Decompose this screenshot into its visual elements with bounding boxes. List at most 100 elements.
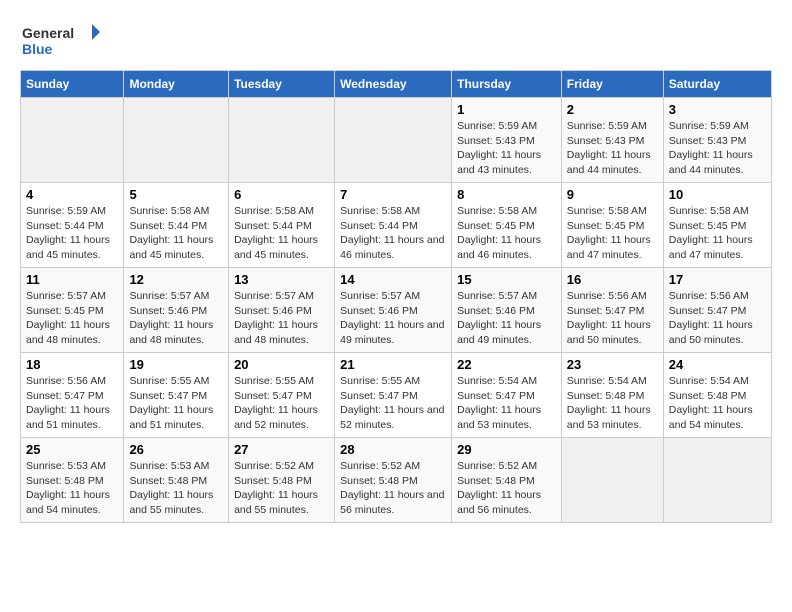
day-number: 3 [669, 102, 766, 117]
cell-info: Sunrise: 5:57 AMSunset: 5:46 PMDaylight:… [457, 289, 556, 348]
cell-info: Sunrise: 5:59 AMSunset: 5:43 PMDaylight:… [567, 119, 658, 178]
calendar-cell: 25Sunrise: 5:53 AMSunset: 5:48 PMDayligh… [21, 438, 124, 523]
calendar-cell [663, 438, 771, 523]
calendar-cell: 17 Sunrise: 5:56 AMSunset: 5:47 PMDayligh… [663, 268, 771, 353]
cell-info: Sunrise: 5:52 AMSunset: 5:48 PMDaylight:… [457, 459, 556, 518]
calendar-week-row: 4 Sunrise: 5:59 AMSunset: 5:44 PMDaylight… [21, 183, 772, 268]
calendar-table: SundayMondayTuesdayWednesdayThursdayFrid… [20, 70, 772, 523]
weekday-header-monday: Monday [124, 71, 229, 98]
day-number: 20 [234, 357, 329, 372]
weekday-header-wednesday: Wednesday [335, 71, 452, 98]
cell-info: Sunrise: 5:59 AMSunset: 5:43 PMDaylight:… [669, 119, 766, 178]
calendar-cell: 18 Sunrise: 5:56 AMSunset: 5:47 PMDayligh… [21, 353, 124, 438]
calendar-cell [335, 98, 452, 183]
cell-info: Sunrise: 5:53 AMSunset: 5:48 PMDaylight:… [129, 459, 223, 518]
day-number: 1 [457, 102, 556, 117]
day-number: 6 [234, 187, 329, 202]
cell-info: Sunrise: 5:59 AMSunset: 5:44 PMDaylight:… [26, 204, 118, 263]
cell-info: Sunrise: 5:52 AMSunset: 5:48 PMDaylight:… [340, 459, 446, 518]
cell-info: Sunrise: 5:56 AMSunset: 5:47 PMDaylight:… [26, 374, 118, 433]
calendar-cell: 5Sunrise: 5:58 AMSunset: 5:44 PMDaylight… [124, 183, 229, 268]
day-number: 21 [340, 357, 446, 372]
day-number: 5 [129, 187, 223, 202]
logo: General Blue [20, 20, 100, 60]
calendar-cell: 27 Sunrise: 5:52 AMSunset: 5:48 PMDayligh… [229, 438, 335, 523]
weekday-header-sunday: Sunday [21, 71, 124, 98]
calendar-cell: 4 Sunrise: 5:59 AMSunset: 5:44 PMDaylight… [21, 183, 124, 268]
cell-info: Sunrise: 5:58 AMSunset: 5:45 PMDaylight:… [567, 204, 658, 263]
day-number: 27 [234, 442, 329, 457]
cell-info: Sunrise: 5:56 AMSunset: 5:47 PMDaylight:… [567, 289, 658, 348]
calendar-cell: 7Sunrise: 5:58 AMSunset: 5:44 PMDaylight… [335, 183, 452, 268]
calendar-cell: 23 Sunrise: 5:54 AMSunset: 5:48 PMDayligh… [561, 353, 663, 438]
calendar-cell: 21 Sunrise: 5:55 AMSunset: 5:47 PMDayligh… [335, 353, 452, 438]
calendar-cell: 10Sunrise: 5:58 AMSunset: 5:45 PMDayligh… [663, 183, 771, 268]
cell-info: Sunrise: 5:53 AMSunset: 5:48 PMDaylight:… [26, 459, 118, 518]
day-number: 8 [457, 187, 556, 202]
cell-info: Sunrise: 5:58 AMSunset: 5:44 PMDaylight:… [234, 204, 329, 263]
weekday-header-thursday: Thursday [452, 71, 562, 98]
weekday-header-friday: Friday [561, 71, 663, 98]
cell-info: Sunrise: 5:58 AMSunset: 5:45 PMDaylight:… [457, 204, 556, 263]
cell-info: Sunrise: 5:55 AMSunset: 5:47 PMDaylight:… [129, 374, 223, 433]
calendar-cell: 19 Sunrise: 5:55 AMSunset: 5:47 PMDayligh… [124, 353, 229, 438]
day-number: 10 [669, 187, 766, 202]
day-number: 19 [129, 357, 223, 372]
day-number: 17 [669, 272, 766, 287]
day-number: 13 [234, 272, 329, 287]
weekday-header-tuesday: Tuesday [229, 71, 335, 98]
day-number: 12 [129, 272, 223, 287]
day-number: 15 [457, 272, 556, 287]
calendar-cell: 20 Sunrise: 5:55 AMSunset: 5:47 PMDayligh… [229, 353, 335, 438]
page-header: General Blue [20, 20, 772, 60]
day-number: 9 [567, 187, 658, 202]
calendar-cell: 26 Sunrise: 5:53 AMSunset: 5:48 PMDayligh… [124, 438, 229, 523]
calendar-cell: 14 Sunrise: 5:57 AMSunset: 5:46 PMDayligh… [335, 268, 452, 353]
calendar-cell: 24 Sunrise: 5:54 AMSunset: 5:48 PMDayligh… [663, 353, 771, 438]
day-number: 11 [26, 272, 118, 287]
calendar-cell: 12 Sunrise: 5:57 AMSunset: 5:46 PMDayligh… [124, 268, 229, 353]
cell-info: Sunrise: 5:54 AMSunset: 5:48 PMDaylight:… [669, 374, 766, 433]
day-number: 22 [457, 357, 556, 372]
calendar-cell [124, 98, 229, 183]
calendar-cell: 6 Sunrise: 5:58 AMSunset: 5:44 PMDaylight… [229, 183, 335, 268]
weekday-header-row: SundayMondayTuesdayWednesdayThursdayFrid… [21, 71, 772, 98]
logo-svg: General Blue [20, 20, 100, 60]
calendar-cell: 22 Sunrise: 5:54 AMSunset: 5:47 PMDayligh… [452, 353, 562, 438]
cell-info: Sunrise: 5:56 AMSunset: 5:47 PMDaylight:… [669, 289, 766, 348]
calendar-week-row: 1 Sunrise: 5:59 AMSunset: 5:43 PMDaylight… [21, 98, 772, 183]
calendar-cell: 2Sunrise: 5:59 AMSunset: 5:43 PMDaylight… [561, 98, 663, 183]
day-number: 29 [457, 442, 556, 457]
cell-info: Sunrise: 5:55 AMSunset: 5:47 PMDaylight:… [234, 374, 329, 433]
calendar-week-row: 18 Sunrise: 5:56 AMSunset: 5:47 PMDayligh… [21, 353, 772, 438]
cell-info: Sunrise: 5:57 AMSunset: 5:46 PMDaylight:… [129, 289, 223, 348]
day-number: 14 [340, 272, 446, 287]
calendar-cell: 13 Sunrise: 5:57 AMSunset: 5:46 PMDayligh… [229, 268, 335, 353]
cell-info: Sunrise: 5:55 AMSunset: 5:47 PMDaylight:… [340, 374, 446, 433]
cell-info: Sunrise: 5:54 AMSunset: 5:47 PMDaylight:… [457, 374, 556, 433]
cell-info: Sunrise: 5:54 AMSunset: 5:48 PMDaylight:… [567, 374, 658, 433]
calendar-cell: 16 Sunrise: 5:56 AMSunset: 5:47 PMDayligh… [561, 268, 663, 353]
calendar-cell [561, 438, 663, 523]
cell-info: Sunrise: 5:57 AMSunset: 5:46 PMDaylight:… [340, 289, 446, 348]
svg-text:General: General [22, 25, 74, 41]
day-number: 23 [567, 357, 658, 372]
cell-info: Sunrise: 5:59 AMSunset: 5:43 PMDaylight:… [457, 119, 556, 178]
cell-info: Sunrise: 5:52 AMSunset: 5:48 PMDaylight:… [234, 459, 329, 518]
calendar-cell [229, 98, 335, 183]
day-number: 7 [340, 187, 446, 202]
day-number: 28 [340, 442, 446, 457]
day-number: 24 [669, 357, 766, 372]
cell-info: Sunrise: 5:57 AMSunset: 5:45 PMDaylight:… [26, 289, 118, 348]
calendar-week-row: 25Sunrise: 5:53 AMSunset: 5:48 PMDayligh… [21, 438, 772, 523]
day-number: 16 [567, 272, 658, 287]
cell-info: Sunrise: 5:57 AMSunset: 5:46 PMDaylight:… [234, 289, 329, 348]
calendar-cell: 3 Sunrise: 5:59 AMSunset: 5:43 PMDaylight… [663, 98, 771, 183]
day-number: 18 [26, 357, 118, 372]
day-number: 4 [26, 187, 118, 202]
calendar-cell: 11 Sunrise: 5:57 AMSunset: 5:45 PMDayligh… [21, 268, 124, 353]
calendar-cell: 29 Sunrise: 5:52 AMSunset: 5:48 PMDayligh… [452, 438, 562, 523]
calendar-cell: 9 Sunrise: 5:58 AMSunset: 5:45 PMDaylight… [561, 183, 663, 268]
weekday-header-saturday: Saturday [663, 71, 771, 98]
day-number: 26 [129, 442, 223, 457]
